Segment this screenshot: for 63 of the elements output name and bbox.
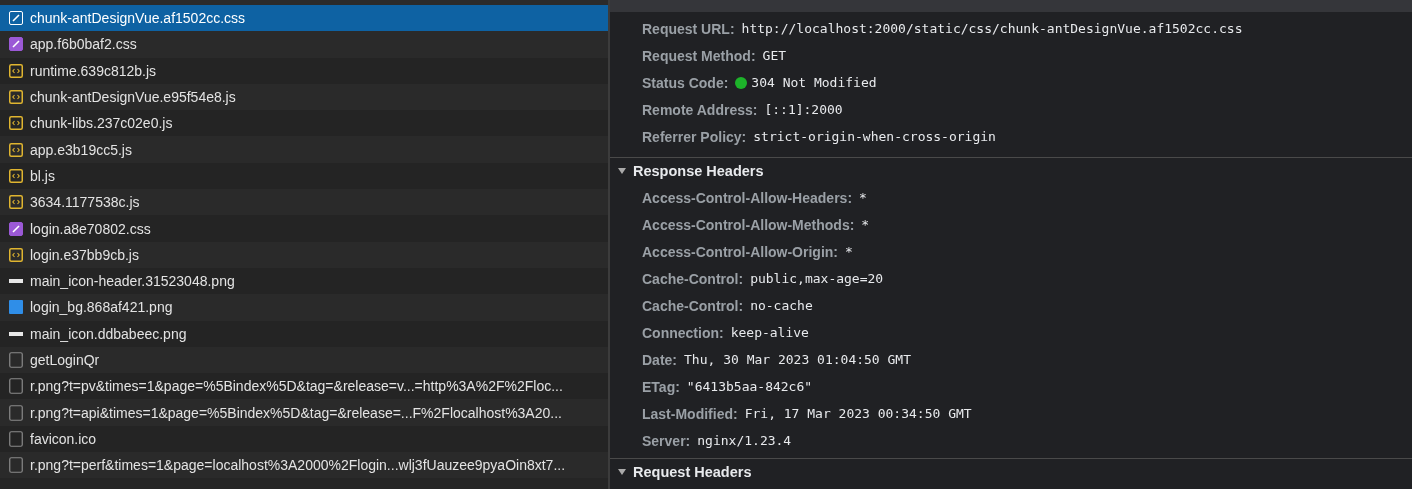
header-name: Cache-Control: <box>642 297 744 314</box>
section-header[interactable]: Request Headers <box>610 459 1412 485</box>
header-value: nginx/1.23.4 <box>697 433 792 448</box>
request-row[interactable]: 3634.1177538c.js <box>0 189 608 216</box>
header-name: Server: <box>642 432 691 449</box>
image-icon <box>9 279 23 284</box>
header-value: * <box>861 217 870 232</box>
script-icon <box>9 247 23 262</box>
header-name: Access-Control-Allow-Origin: <box>642 243 838 260</box>
header-value: public,max-age=20 <box>750 271 884 286</box>
request-row[interactable]: chunk-antDesignVue.e95f54e8.js <box>0 83 608 111</box>
stylesheet-icon <box>9 37 23 52</box>
header-value: [::1]:2000 <box>764 102 843 117</box>
header-value: Thu, 30 Mar 2023 01:04:50 GMT <box>684 352 911 367</box>
caret-icon <box>618 469 626 475</box>
stylesheet-icon <box>9 11 23 26</box>
header-name: Status Code: <box>642 74 729 91</box>
request-row[interactable]: app.e3b19cc5.js <box>0 136 608 163</box>
header-name: Cache-Control: <box>642 270 744 287</box>
document-icon <box>9 430 23 447</box>
script-icon <box>9 142 23 157</box>
header-value: * <box>845 244 853 259</box>
image-icon <box>9 300 23 315</box>
header-value: 304 Not Modified <box>751 75 877 90</box>
document-icon <box>9 404 23 421</box>
header-value: http://localhost:2000/static/css/chunk-antDesignVue.af1502cc.css <box>741 21 1243 36</box>
header-name: Last-Modified: <box>642 405 738 422</box>
header-value: no-cache <box>750 298 813 313</box>
header-name: Referrer Policy: <box>642 128 747 145</box>
header-value: * <box>859 190 867 205</box>
request-row[interactable]: app.f6b0baf2.css <box>0 31 608 58</box>
request-row[interactable]: chunk-antDesignVue.af1502cc.css <box>0 5 608 32</box>
request-row[interactable]: login.e37bb9cb.js <box>0 241 608 268</box>
header-name: ETag: <box>642 378 680 395</box>
header-value: strict-origin-when-cross-origin <box>753 129 996 144</box>
header-name: Remote Address: <box>642 101 758 118</box>
request-row[interactable]: r.png?t=perf&times=1&page=localhost%3A2000%2Flogin...wlj3fUauzee9pyaOin8xt7... <box>0 452 608 479</box>
header-name: Connection: <box>642 324 724 341</box>
script-icon <box>9 168 23 183</box>
header-value: Fri, 17 Mar 2023 00:34:50 GMT <box>744 406 972 421</box>
script-icon <box>9 90 23 105</box>
caret-icon <box>618 168 626 174</box>
header-name: Access-Control-Allow-Headers: <box>642 189 853 206</box>
request-row[interactable]: login_bg.868af421.png <box>0 294 608 321</box>
document-icon <box>9 378 23 395</box>
header-value: keep-alive <box>730 325 809 340</box>
request-row[interactable]: r.png?t=api&times=1&page=%5Bindex%5D&tag=&release=...F%2Flocalhost%3A20... <box>0 399 608 426</box>
document-icon <box>9 457 23 474</box>
image-icon <box>9 331 23 336</box>
header-value: GET <box>762 48 787 63</box>
status-dot-icon <box>735 76 748 89</box>
stylesheet-icon <box>9 221 23 236</box>
script-icon <box>9 116 23 131</box>
script-icon <box>9 63 23 78</box>
header-name: Request URL: <box>642 20 735 37</box>
document-icon <box>9 352 23 368</box>
request-row[interactable]: getLoginQr <box>0 346 608 374</box>
section-header[interactable]: Response Headers <box>610 158 1412 184</box>
header-name: Date: <box>642 351 677 368</box>
header-name: Request Method: <box>642 47 756 64</box>
script-icon <box>9 195 23 210</box>
header-name: Access-Control-Allow-Methods: <box>642 216 855 233</box>
header-value: "6413b5aa-842c6" <box>686 379 813 394</box>
